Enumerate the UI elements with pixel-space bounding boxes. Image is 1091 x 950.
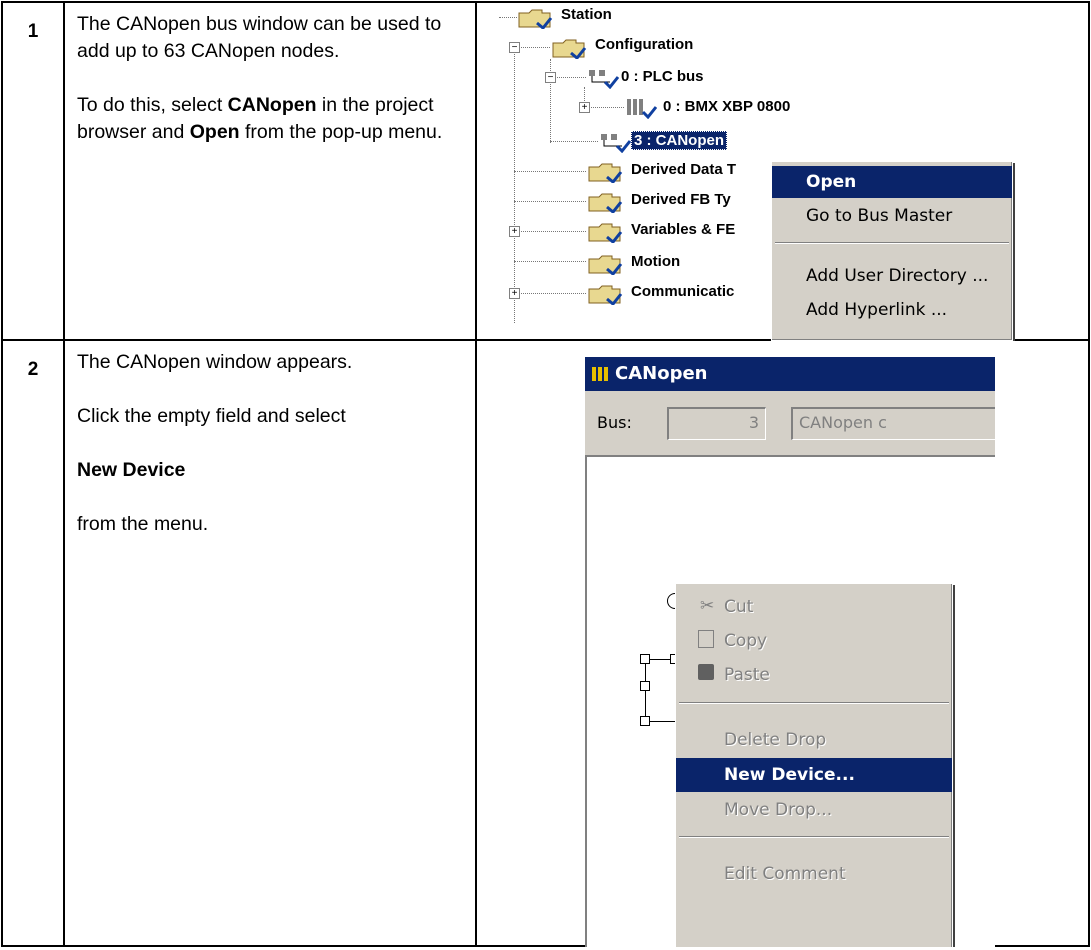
- bus-icon: [589, 70, 619, 89]
- folder-icon: [588, 285, 623, 305]
- menu-item-edit-comment[interactable]: Edit Comment: [676, 858, 952, 890]
- folder-icon: [588, 193, 623, 213]
- tree-item-configuration[interactable]: Configuration: [595, 36, 693, 53]
- bus-icon: [601, 134, 631, 153]
- folder-icon: [588, 163, 623, 183]
- folder-icon: [588, 223, 623, 243]
- step-description: The CANopen window appears. Click the em…: [63, 339, 477, 947]
- tree-item-rack[interactable]: 0 : BMX XBP 0800: [663, 98, 790, 115]
- step-instruction: To do this, select CANopen in the projec…: [77, 94, 443, 143]
- menu-item-move-drop[interactable]: Move Drop...: [676, 794, 952, 826]
- step-description: The CANopen bus window can be used to ad…: [63, 1, 477, 341]
- menu-item-copy[interactable]: Copy: [676, 626, 952, 656]
- bus-name-field[interactable]: CANopen c: [791, 407, 995, 440]
- steps-table: 1 The CANopen bus window can be used to …: [1, 1, 1090, 947]
- step-number: 1: [27, 21, 39, 42]
- step-text: The CANopen bus window can be used to ad…: [77, 13, 442, 62]
- menu-item-add-user-directory[interactable]: Add User Directory ...: [772, 260, 1012, 292]
- window-title: CANopen: [615, 363, 708, 384]
- folder-icon: [518, 9, 553, 29]
- step-number: 2: [27, 359, 39, 380]
- tree-item-variables[interactable]: Variables & FE: [631, 221, 735, 238]
- step-number-cell: 1: [1, 1, 65, 341]
- step-text: The CANopen window appears.: [77, 351, 353, 373]
- collapse-icon[interactable]: −: [509, 42, 520, 53]
- tree-item-motion[interactable]: Motion: [631, 253, 680, 270]
- menu-item-new-device[interactable]: New Device...: [676, 758, 952, 792]
- step-menu-item-name: New Device: [77, 459, 186, 481]
- rack-icon: [627, 99, 657, 119]
- tree-item-canopen[interactable]: 3 : CANopen: [631, 131, 727, 150]
- tree-item-station[interactable]: Station: [561, 6, 612, 23]
- collapse-icon[interactable]: −: [545, 72, 556, 83]
- tree-item-plc-bus[interactable]: 0 : PLC bus: [621, 68, 704, 85]
- window-titlebar: CANopen: [585, 357, 995, 391]
- expand-icon[interactable]: +: [509, 288, 520, 299]
- menu-item-paste[interactable]: Paste: [676, 660, 952, 690]
- step-number-cell: 2: [1, 339, 65, 947]
- bus-context-menu: ✂ Cut Copy Paste Delete Drop New Device.…: [675, 583, 953, 947]
- rack-icon: [592, 367, 608, 381]
- menu-item-add-hyperlink[interactable]: Add Hyperlink ...: [772, 294, 1012, 326]
- menu-item-cut[interactable]: Cut: [676, 592, 952, 622]
- canopen-window: CANopen Bus: 3 CANopen c ✂ Cut Copy Past…: [585, 357, 995, 947]
- step-instruction: Click the empty field and select: [77, 405, 346, 427]
- browser-context-menu: Open Go to Bus Master Add User Directory…: [771, 161, 1013, 341]
- step-instruction-end: from the menu.: [77, 513, 209, 535]
- tree-item-communication[interactable]: Communicatic: [631, 283, 734, 300]
- folder-icon: [552, 39, 587, 59]
- menu-item-delete-drop[interactable]: Delete Drop: [676, 724, 952, 756]
- expand-icon[interactable]: +: [579, 102, 590, 113]
- bus-number-field[interactable]: 3: [667, 407, 766, 440]
- menu-item-open[interactable]: Open: [772, 166, 1012, 198]
- folder-icon: [588, 255, 623, 275]
- bus-label: Bus:: [597, 413, 632, 432]
- tree-item-derived-data[interactable]: Derived Data T: [631, 161, 736, 178]
- canopen-window-screenshot: CANopen Bus: 3 CANopen c ✂ Cut Copy Past…: [475, 339, 1090, 947]
- expand-icon[interactable]: +: [509, 226, 520, 237]
- project-browser-screenshot: − − + + + Station Configuration 0 : PLC …: [475, 1, 1090, 341]
- menu-item-go-to-bus-master[interactable]: Go to Bus Master: [772, 200, 1012, 232]
- tree-item-derived-fb[interactable]: Derived FB Ty: [631, 191, 731, 208]
